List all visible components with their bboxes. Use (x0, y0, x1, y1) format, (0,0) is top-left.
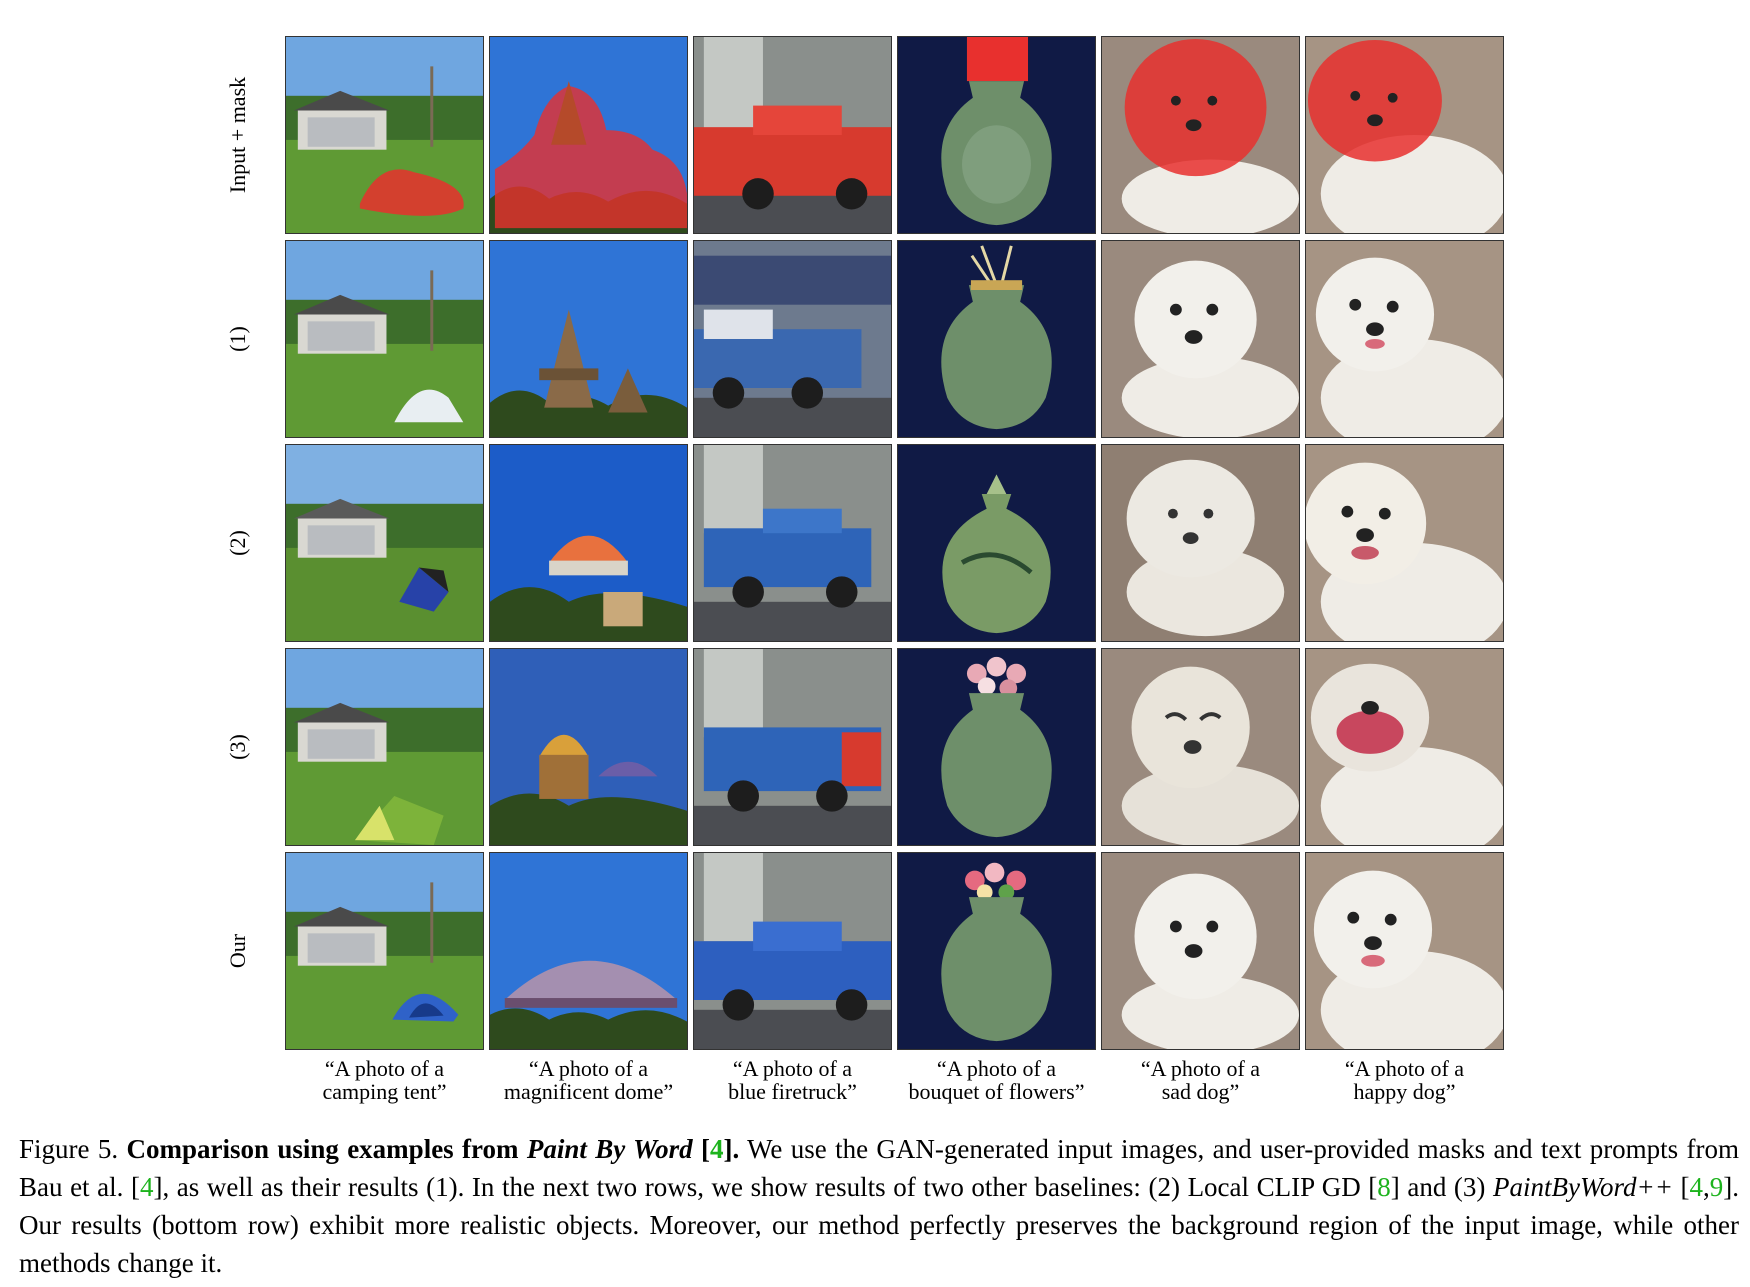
image-our-sad-dog (1101, 852, 1300, 1050)
prompt-line: “A photo of a (1344, 1056, 1465, 1081)
image-our-vase (897, 852, 1096, 1050)
prompt-camping-tent: “A photo of a camping tent” (285, 1057, 484, 1103)
image-r1-happy-dog (1305, 240, 1504, 438)
image-our-tent (285, 852, 484, 1050)
image-input-sad-dog (1101, 36, 1300, 234)
image-r3-vase (897, 648, 1096, 846)
image-our-happy-dog (1305, 852, 1504, 1050)
image-r2-sad-dog (1101, 444, 1300, 642)
prompt-line: “A photo of a (1140, 1056, 1261, 1081)
citation-link[interactable]: 8 (1377, 1172, 1391, 1202)
caption-text: and (3) (1407, 1172, 1486, 1202)
image-input-happy-dog (1305, 36, 1504, 234)
prompt-line: camping tent” (322, 1079, 447, 1104)
image-r2-tent (285, 444, 484, 642)
image-r3-sad-dog (1101, 648, 1300, 846)
row-label-input-mask: Input + mask (225, 76, 251, 194)
row-label-1: (1) (225, 326, 250, 352)
image-our-dome (489, 852, 688, 1050)
image-r2-vase (897, 444, 1096, 642)
image-our-firetruck (693, 852, 892, 1050)
image-r3-happy-dog (1305, 648, 1504, 846)
prompt-line: magnificent dome” (503, 1079, 674, 1104)
prompt-line: “A photo of a (936, 1056, 1057, 1081)
image-input-tent (285, 36, 484, 234)
image-r3-dome (489, 648, 688, 846)
image-r1-tent (285, 240, 484, 438)
caption-bold-title: Comparison using examples from Paint By … (126, 1134, 740, 1164)
image-r3-tent (285, 648, 484, 846)
image-r2-dome (489, 444, 688, 642)
image-r2-firetruck (693, 444, 892, 642)
prompt-line: “A photo of a (528, 1056, 649, 1081)
prompt-happy-dog: “A photo of a happy dog” (1305, 1057, 1504, 1103)
citation-link[interactable]: 9 (1710, 1172, 1724, 1202)
row-label-2: (2) (225, 530, 250, 556)
prompt-line: bouquet of flowers” (908, 1079, 1085, 1104)
citation-link[interactable]: 4 (140, 1172, 154, 1202)
prompt-magnificent-dome: “A photo of a magnificent dome” (489, 1057, 688, 1103)
image-r1-vase (897, 240, 1096, 438)
prompt-bouquet-of-flowers: “A photo of a bouquet of flowers” (897, 1057, 1096, 1103)
image-r2-happy-dog (1305, 444, 1504, 642)
prompt-line: “A photo of a (324, 1056, 445, 1081)
row-label-3: (3) (225, 734, 250, 760)
figure-label: Figure 5. (19, 1134, 119, 1164)
citation-link[interactable]: 4 (710, 1134, 724, 1164)
prompt-line: sad dog” (1161, 1079, 1240, 1104)
prompt-line: “A photo of a (732, 1056, 853, 1081)
image-r1-firetruck (693, 240, 892, 438)
caption-method-name: PaintByWord++ (1493, 1172, 1673, 1202)
image-input-dome (489, 36, 688, 234)
figure-caption: Figure 5. Comparison using examples from… (19, 1134, 1740, 1278)
image-r3-firetruck (693, 648, 892, 846)
prompt-line: blue firetruck” (728, 1079, 857, 1104)
image-r1-dome (489, 240, 688, 438)
image-input-vase (897, 36, 1096, 234)
prompt-line: happy dog” (1353, 1079, 1456, 1104)
row-label-our: Our (225, 933, 250, 969)
image-input-firetruck (693, 36, 892, 234)
prompt-blue-firetruck: “A photo of a blue firetruck” (693, 1057, 892, 1103)
caption-text: , as well as their results (1). In the n… (162, 1172, 1361, 1202)
prompt-sad-dog: “A photo of a sad dog” (1101, 1057, 1300, 1103)
image-r1-sad-dog (1101, 240, 1300, 438)
citation-link[interactable]: 4 (1690, 1172, 1704, 1202)
